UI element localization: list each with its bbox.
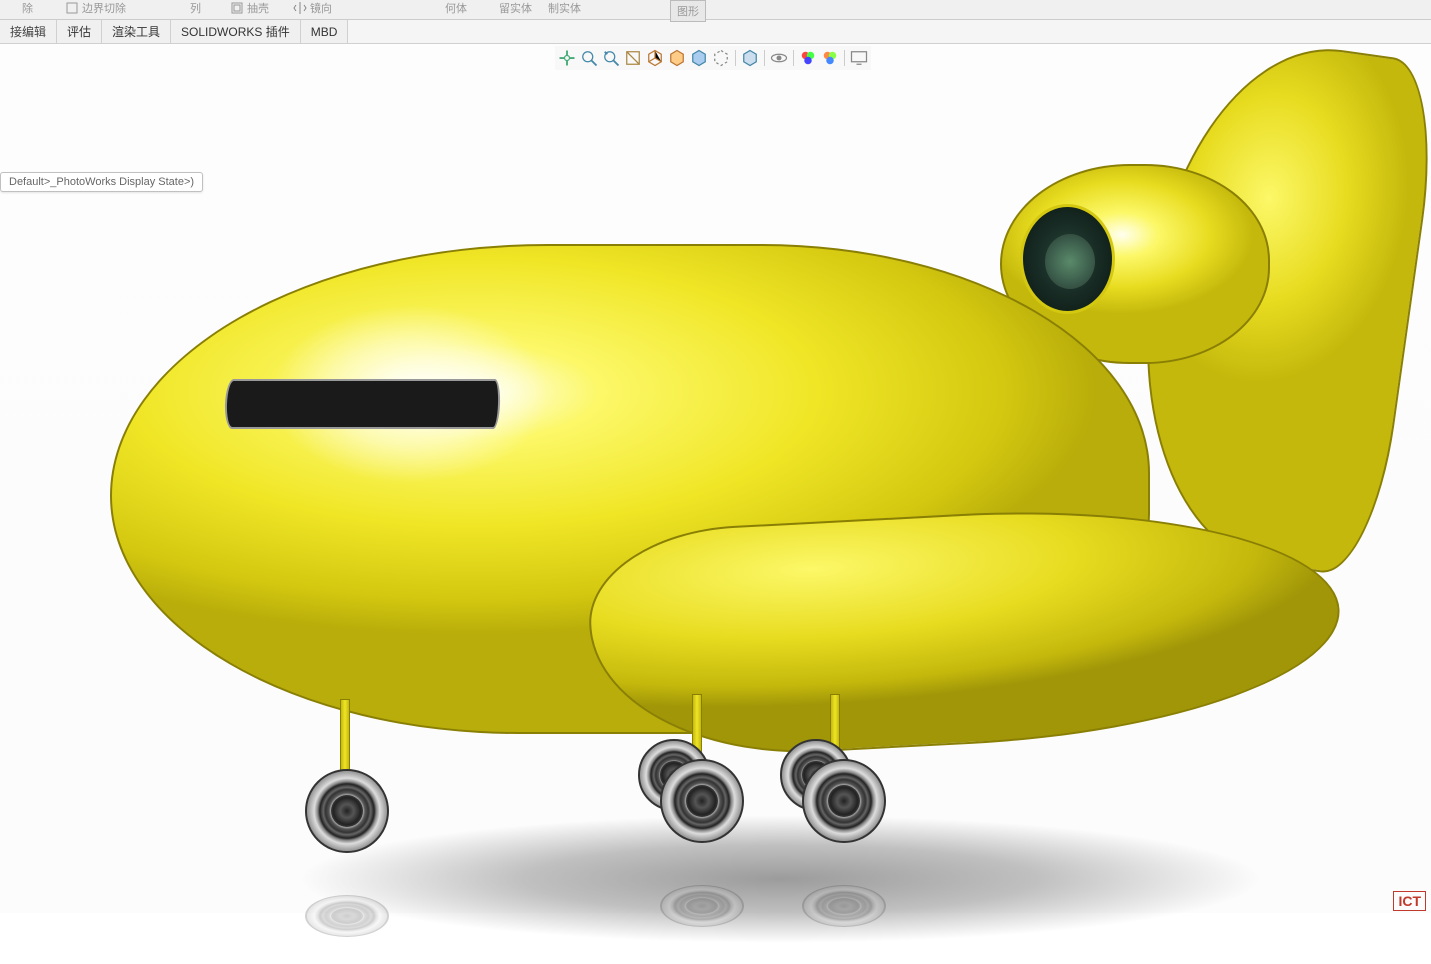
ribbon-array[interactable]: 列 <box>190 0 201 16</box>
render-color2-icon[interactable] <box>820 48 840 68</box>
tab-solidworks-addins[interactable]: SOLIDWORKS 插件 <box>171 20 301 43</box>
cockpit-window[interactable] <box>224 379 501 429</box>
ribbon-label: 镜向 <box>310 0 332 16</box>
main-wheel-reflection-2 <box>802 885 886 927</box>
shell-icon <box>230 1 244 15</box>
tab-mbd[interactable]: MBD <box>301 20 349 43</box>
display-state-breadcrumb[interactable]: Default>_PhotoWorks Display State>) <box>0 172 203 192</box>
ribbon-geometry[interactable]: 何体 <box>445 0 467 16</box>
ribbon-label: 边界切除 <box>82 0 126 16</box>
tab-evaluate[interactable]: 评估 <box>57 20 102 43</box>
main-wheel-front-1[interactable] <box>660 759 744 843</box>
main-wheel-reflection-1 <box>660 885 744 927</box>
toolbar-separator <box>735 50 736 66</box>
model-airplane[interactable] <box>60 74 1410 924</box>
main-wheel-front-2[interactable] <box>802 759 886 843</box>
ribbon-top-partial: 除 边界切除 列 抽壳 镜向 何体 <box>0 0 1431 20</box>
command-manager-tabs: 接编辑 评估 渲染工具 SOLIDWORKS 插件 MBD <box>0 20 1431 44</box>
display-style-icon[interactable] <box>667 48 687 68</box>
nose-wheel-reflection <box>305 895 389 937</box>
mirror-icon <box>293 1 307 15</box>
edit-appearance-icon[interactable] <box>711 48 731 68</box>
ribbon-shell[interactable]: 抽壳 <box>230 0 269 16</box>
render-color-icon[interactable] <box>798 48 818 68</box>
view-orientation-icon[interactable] <box>645 48 665 68</box>
toolbar-separator <box>764 50 765 66</box>
ribbon-mirror[interactable]: 镜向 <box>293 0 332 16</box>
graphics-viewport[interactable] <box>0 44 1431 913</box>
ribbon-label: 何体 <box>445 0 467 16</box>
nose-wheel[interactable] <box>305 769 389 853</box>
section-view-icon[interactable] <box>623 48 643 68</box>
ribbon-delete[interactable]: 除 <box>22 0 33 16</box>
tab-render-tools[interactable]: 渲染工具 <box>102 20 171 43</box>
apply-scene-icon[interactable] <box>740 48 760 68</box>
heads-up-view-toolbar <box>555 46 871 70</box>
tab-direct-edit[interactable]: 接编辑 <box>0 20 57 43</box>
ribbon-label: 图形 <box>677 3 699 19</box>
previous-view-icon[interactable] <box>601 48 621 68</box>
ribbon-label: 列 <box>190 0 201 16</box>
engine-fan[interactable] <box>1045 234 1095 289</box>
display-icon[interactable] <box>849 48 869 68</box>
toolbar-separator <box>844 50 845 66</box>
boundary-cut-icon <box>65 1 79 15</box>
ribbon-label: 抽壳 <box>247 0 269 16</box>
ribbon-label: 除 <box>22 0 33 16</box>
toolbar-separator <box>793 50 794 66</box>
ribbon-label: 留实体 <box>499 0 532 16</box>
ribbon-graphics[interactable]: 图形 <box>670 0 706 22</box>
zoom-to-area-icon[interactable] <box>579 48 599 68</box>
ribbon-boundary-cut[interactable]: 边界切除 <box>65 0 126 16</box>
ribbon-keep-body[interactable]: 留实体 <box>499 0 532 16</box>
ribbon-label: 制实体 <box>548 0 581 16</box>
view-settings-icon[interactable] <box>769 48 789 68</box>
ribbon-make-body[interactable]: 制实体 <box>548 0 581 16</box>
watermark-logo: ICT <box>1393 891 1426 911</box>
zoom-to-fit-icon[interactable] <box>557 48 577 68</box>
hide-show-icon[interactable] <box>689 48 709 68</box>
nose-gear-strut[interactable] <box>340 699 350 779</box>
